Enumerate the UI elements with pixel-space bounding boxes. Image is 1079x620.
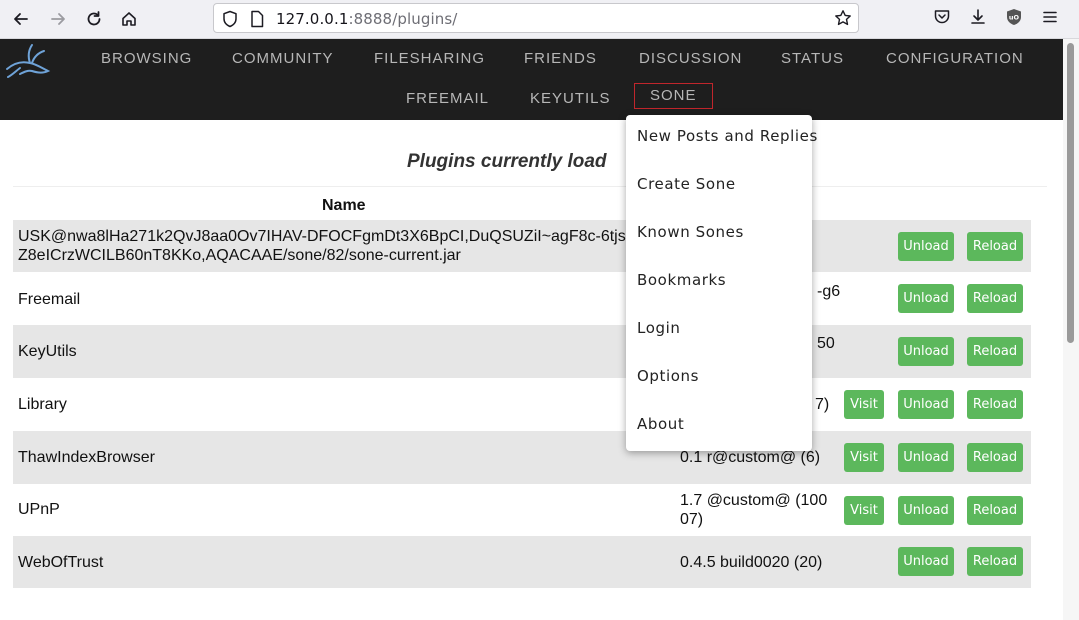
menu-item-options[interactable]: Options [637, 367, 699, 385]
plugin-version: -g6 [817, 283, 841, 300]
plugin-name: KeyUtils [18, 343, 77, 360]
sone-dropdown-menu: New Posts and Replies Create Sone Known … [626, 115, 817, 451]
reload-button[interactable]: Reload [967, 443, 1023, 472]
column-header-name: Name [322, 197, 366, 214]
reload-button[interactable]: Reload [967, 337, 1023, 366]
plugin-name: Library [18, 396, 67, 413]
plugin-name: USK@nwa8lHa271k2QvJ8aa0Ov7IHAV-DFOCFgmDt… [18, 227, 626, 265]
plugin-name-line2: Z8eICrzWCILB60nT8KKo,AQACAAE/sone/82/son… [18, 247, 461, 264]
url-host: 127.0.0.1 [276, 10, 349, 28]
nav-keyutils[interactable]: KEYUTILS [530, 90, 611, 107]
plugin-version: 50 [817, 335, 835, 352]
table-row: KeyUtils 50 Unload Reload [13, 325, 1031, 378]
browser-toolbar: 127.0.0.1:8888/plugins/ uO [0, 0, 1079, 39]
freenet-rabbit-logo[interactable] [4, 41, 54, 84]
reload-button[interactable]: Reload [967, 390, 1023, 419]
menu-icon[interactable] [1041, 8, 1059, 31]
ublock-icon[interactable]: uO [1005, 8, 1023, 31]
table-row: Library 7) Visit Unload Reload [13, 378, 1031, 431]
unload-button[interactable]: Unload [898, 284, 954, 313]
plugin-name: UPnP [18, 501, 60, 518]
unload-button[interactable]: Unload [898, 232, 954, 261]
divider [13, 186, 1047, 187]
reload-button[interactable]: Reload [967, 232, 1023, 261]
nav-discussion[interactable]: DISCUSSION [639, 50, 742, 67]
plugin-version-line1: 1.7 @custom@ (100 [680, 492, 828, 509]
reload-button[interactable]: Reload [967, 496, 1023, 525]
url-text[interactable]: 127.0.0.1:8888/plugins/ [276, 10, 457, 28]
forward-icon[interactable] [47, 8, 69, 30]
reload-button[interactable]: Reload [967, 284, 1023, 313]
home-icon[interactable] [118, 8, 140, 30]
back-icon[interactable] [10, 8, 32, 30]
menu-item-about[interactable]: About [637, 415, 684, 433]
url-path: :8888/plugins/ [348, 10, 458, 28]
nav-freemail[interactable]: FREEMAIL [406, 90, 489, 107]
menu-item-create-sone[interactable]: Create Sone [637, 175, 736, 193]
site-header: BROWSING COMMUNITY FILESHARING FRIENDS D… [0, 39, 1063, 120]
table-row: ThawIndexBrowser 0.1 r@custom@ (6) Visit… [13, 431, 1031, 484]
page-icon[interactable] [250, 10, 264, 33]
svg-text:uO: uO [1009, 14, 1020, 22]
plugin-name: WebOfTrust [18, 554, 104, 571]
nav-browsing[interactable]: BROWSING [101, 50, 192, 67]
reload-button[interactable]: Reload [967, 547, 1023, 576]
nav-sone[interactable]: SONE [634, 83, 713, 109]
download-icon[interactable] [969, 8, 987, 31]
table-row: WebOfTrust 0.4.5 build0020 (20) Unload R… [13, 536, 1031, 588]
menu-item-login[interactable]: Login [637, 319, 680, 337]
plugin-version: 0.4.5 build0020 (20) [680, 554, 823, 571]
scrollbar-thumb[interactable] [1067, 43, 1074, 343]
shield-icon[interactable] [222, 10, 238, 33]
bookmark-star-icon[interactable] [834, 9, 852, 32]
unload-button[interactable]: Unload [898, 496, 954, 525]
unload-button[interactable]: Unload [898, 443, 954, 472]
nav-configuration[interactable]: CONFIGURATION [886, 50, 1024, 67]
plugin-version: 7) [815, 396, 830, 413]
menu-item-bookmarks[interactable]: Bookmarks [637, 271, 726, 289]
plugins-page: Plugins currently load Name USK@nwa8lHa2… [0, 120, 1063, 620]
plugin-name: ThawIndexBrowser [18, 449, 155, 466]
visit-button[interactable]: Visit [844, 443, 884, 472]
page-title: Plugins currently load [407, 151, 607, 172]
menu-item-new-posts[interactable]: New Posts and Replies [637, 127, 818, 145]
plugin-name-line1: USK@nwa8lHa271k2QvJ8aa0Ov7IHAV-DFOCFgmDt… [18, 228, 626, 245]
plugin-version-line2: 07) [680, 511, 704, 528]
page-scrollbar[interactable] [1063, 39, 1079, 620]
visit-button[interactable]: Visit [844, 390, 884, 419]
table-row: USK@nwa8lHa271k2QvJ8aa0Ov7IHAV-DFOCFgmDt… [13, 220, 1031, 272]
table-row: Freemail -g6 Unload Reload [13, 272, 1031, 325]
unload-button[interactable]: Unload [898, 337, 954, 366]
nav-filesharing[interactable]: FILESHARING [374, 50, 485, 67]
plugin-name: Freemail [18, 291, 81, 308]
nav-community[interactable]: COMMUNITY [232, 50, 334, 67]
menu-item-known-sones[interactable]: Known Sones [637, 223, 744, 241]
unload-button[interactable]: Unload [898, 547, 954, 576]
unload-button[interactable]: Unload [898, 390, 954, 419]
visit-button[interactable]: Visit [844, 496, 884, 525]
address-bar[interactable]: 127.0.0.1:8888/plugins/ [213, 3, 859, 33]
reload-icon[interactable] [83, 8, 105, 30]
plugin-version: 1.7 @custom@ (100 07) [680, 491, 827, 529]
table-row: UPnP 1.7 @custom@ (100 07) Visit Unload … [13, 484, 1031, 536]
nav-status[interactable]: STATUS [781, 50, 844, 67]
nav-friends[interactable]: FRIENDS [524, 50, 597, 67]
pocket-icon[interactable] [933, 8, 951, 31]
